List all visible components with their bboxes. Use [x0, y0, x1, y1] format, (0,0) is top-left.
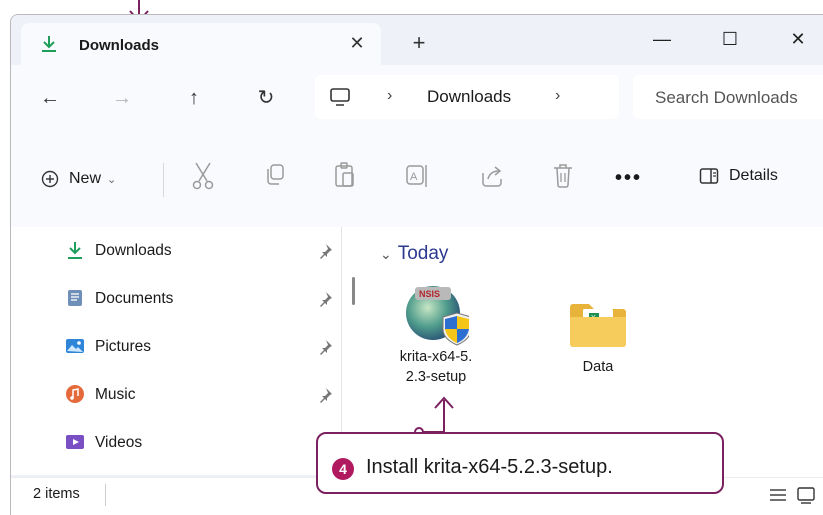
details-pane-icon [699, 168, 719, 184]
breadcrumb-downloads[interactable]: Downloads [427, 87, 511, 107]
details-pane-button[interactable]: Details [699, 167, 778, 185]
plus-circle-icon [41, 170, 59, 188]
tab-downloads[interactable]: Downloads ✕ [21, 23, 381, 65]
copy-icon [267, 164, 284, 185]
share-button[interactable] [479, 161, 505, 197]
pin-icon[interactable] [317, 291, 333, 307]
item-count: 2 items [33, 486, 80, 502]
new-tab-button[interactable]: + [405, 31, 433, 55]
forward-button[interactable]: → [107, 83, 137, 113]
navigation-bar: ← → ↑ ↻ › Downloads › [11, 65, 823, 131]
sidebar-item-documents[interactable]: Documents [11, 279, 341, 319]
sidebar-item-label: Downloads [95, 242, 172, 259]
command-bar: New ⌄ A ••• Details [11, 131, 823, 228]
sidebar-item-label: Pictures [95, 338, 151, 355]
details-view-icon[interactable] [767, 484, 789, 506]
sidebar-item-label: Videos [95, 434, 143, 451]
paste-icon [335, 162, 354, 187]
step-number-badge: 4 [332, 458, 354, 480]
documents-icon [68, 290, 82, 306]
maximize-button[interactable]: ☐ [715, 25, 745, 53]
tab-title: Downloads [79, 37, 160, 54]
sidebar-item-label: Music [95, 386, 136, 403]
close-window-button[interactable]: ✕ [783, 25, 813, 53]
nav-pane-scrollbar[interactable] [352, 277, 355, 305]
status-divider [105, 484, 106, 506]
details-label: Details [729, 167, 778, 184]
pin-icon[interactable] [317, 243, 333, 259]
large-icons-view-icon[interactable] [795, 484, 817, 506]
svg-text:NSIS: NSIS [419, 289, 440, 299]
search-input[interactable] [653, 85, 823, 111]
sidebar-item-label: Documents [95, 290, 174, 307]
breadcrumb-separator-end[interactable]: › [555, 87, 560, 105]
instruction-callout: 4 Install krita-x64-5.2.3-setup. [316, 432, 724, 494]
new-button-label: New [69, 170, 102, 187]
pin-icon[interactable] [317, 387, 333, 403]
more-options-button[interactable]: ••• [615, 167, 642, 190]
this-pc-icon [330, 88, 350, 106]
svg-text:A: A [410, 171, 418, 183]
address-bar[interactable]: › Downloads › [315, 75, 619, 119]
sidebar-item-videos[interactable]: Videos [11, 423, 341, 463]
videos-icon [66, 435, 84, 449]
group-header-today[interactable]: ⌄ Today [380, 243, 448, 265]
cut-button[interactable] [191, 161, 215, 197]
chevron-down-icon: ⌄ [380, 245, 392, 262]
toolbar-divider [163, 163, 164, 197]
folder-icon: X [570, 304, 626, 347]
sidebar-item-pictures[interactable]: Pictures [11, 327, 341, 367]
chevron-down-icon: ⌄ [107, 173, 117, 186]
file-item-krita-setup[interactable]: NSIS krita-x64-5. 2.3-setup [386, 281, 486, 387]
instruction-text: Install krita-x64-5.2.3-setup. [366, 456, 613, 478]
back-button[interactable]: ← [35, 83, 65, 113]
up-button[interactable]: ↑ [179, 83, 209, 113]
music-icon [66, 385, 84, 403]
sidebar-item-music[interactable]: Music [11, 375, 341, 415]
file-name-line1: krita-x64-5. [399, 349, 473, 365]
trash-icon [554, 164, 572, 188]
tab-strip: Downloads ✕ + — ☐ ✕ [11, 15, 823, 65]
delete-button[interactable] [551, 161, 575, 197]
copy-button[interactable] [263, 161, 287, 197]
paste-button[interactable] [333, 161, 357, 197]
breadcrumb-separator: › [387, 87, 393, 104]
folder-item-data[interactable]: X Data [548, 299, 648, 377]
sidebar-item-downloads[interactable]: Downloads [11, 231, 341, 271]
group-header-label: Today [397, 243, 449, 264]
folder-name: Data [582, 359, 614, 375]
rename-icon: A [406, 165, 427, 187]
new-button[interactable]: New ⌄ [41, 167, 116, 191]
download-icon [68, 242, 82, 259]
navigation-pane: Downloads Documents Pictures Music Video… [11, 227, 341, 475]
search-box[interactable] [633, 75, 823, 119]
scissors-icon [192, 162, 214, 190]
rename-button[interactable]: A [405, 161, 431, 197]
refresh-button[interactable]: ↻ [251, 83, 281, 113]
minimize-button[interactable]: — [647, 25, 677, 53]
share-icon [482, 166, 502, 187]
nsis-installer-icon: NSIS [406, 286, 469, 346]
pictures-icon [66, 339, 84, 353]
tab-close-icon[interactable]: ✕ [345, 33, 369, 54]
download-icon [42, 36, 56, 52]
file-name-line2: 2.3-setup [405, 369, 467, 385]
pin-icon[interactable] [317, 339, 333, 355]
